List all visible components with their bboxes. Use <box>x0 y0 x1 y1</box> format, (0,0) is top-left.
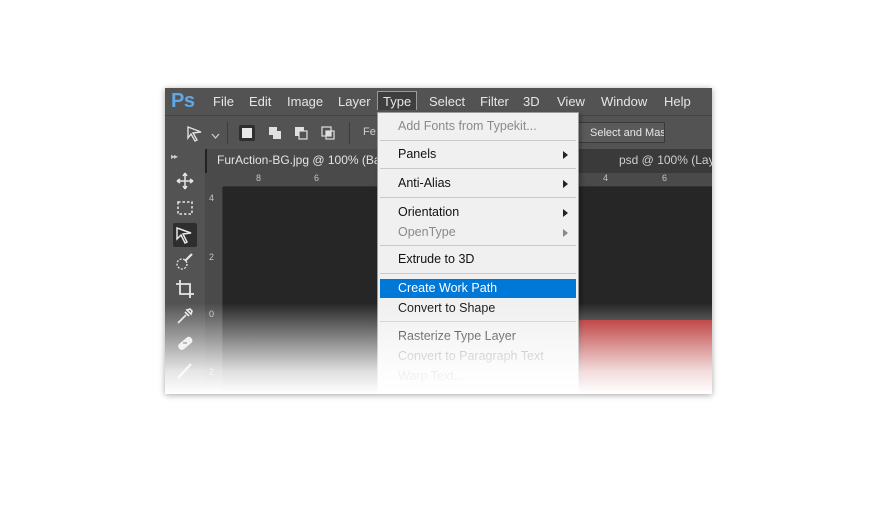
ruler-corner <box>205 173 223 187</box>
quick-select-icon[interactable] <box>173 250 197 274</box>
menu-bar: Ps File Edit Image Layer Type Select Fil… <box>165 88 712 115</box>
menu-item-label: Rasterize Type Layer <box>398 329 516 343</box>
photoshop-logo: Ps <box>171 90 195 112</box>
submenu-arrow-icon <box>563 229 568 237</box>
select-and-mask-label: Select and Mask... <box>590 127 665 139</box>
photoshop-window: Ps File Edit Image Layer Type Select Fil… <box>165 88 712 394</box>
menu-select[interactable]: Select <box>429 94 465 109</box>
menu-item-label: Add Fonts from Typekit... <box>398 119 537 133</box>
menu-layer[interactable]: Layer <box>338 94 371 109</box>
menu-separator <box>380 273 576 274</box>
canvas-red-artwork <box>577 320 712 394</box>
menu-help[interactable]: Help <box>664 94 691 109</box>
vertical-ruler: 4 2 0 2 <box>205 187 223 394</box>
menu-separator <box>380 321 576 322</box>
menu-item-convert-to-shape[interactable]: Convert to Shape <box>380 299 576 318</box>
tools-panel: ▸▸ <box>165 149 205 394</box>
menu-item-label: Anti-Alias <box>398 176 451 190</box>
healing-brush-icon[interactable] <box>173 331 197 355</box>
lasso-icon[interactable] <box>173 223 197 247</box>
menu-view[interactable]: View <box>557 94 585 109</box>
options-separator <box>227 122 228 144</box>
menu-item-convert-to-paragraph-text[interactable]: Convert to Paragraph Text <box>380 347 576 366</box>
add-to-selection-button[interactable] <box>267 125 283 141</box>
menu-item-panels[interactable]: Panels <box>380 145 576 164</box>
menu-edit[interactable]: Edit <box>249 94 271 109</box>
move-icon[interactable] <box>173 169 197 193</box>
document-tab-title: psd @ 100% (Layer 38, R <box>619 153 712 167</box>
intersect-selection-button[interactable] <box>320 125 336 141</box>
menu-item-label: Convert to Paragraph Text <box>398 349 544 363</box>
submenu-arrow-icon <box>563 180 568 188</box>
ruler-label: 2 <box>209 367 215 377</box>
menu-item-anti-alias[interactable]: Anti-Alias <box>380 174 576 193</box>
menu-item-extrude-to-3d[interactable]: Extrude to 3D <box>380 250 576 269</box>
menu-item-label: Warp Text... <box>398 369 464 383</box>
type-menu-dropdown: Add Fonts from Typekit... Panels Anti-Al… <box>377 112 579 394</box>
menu-item-label: Convert to Shape <box>398 301 496 315</box>
menu-separator <box>380 245 576 246</box>
menu-type[interactable]: Type <box>377 91 418 110</box>
document-tab-active[interactable]: FurAction-BG.jpg @ 100% (Ba <box>207 149 380 173</box>
menu-item-rasterize-type-layer[interactable]: Rasterize Type Layer <box>380 327 576 346</box>
menu-item-create-work-path[interactable]: Create Work Path <box>380 279 576 298</box>
menu-separator <box>380 197 576 198</box>
crop-icon[interactable] <box>173 277 197 301</box>
options-separator <box>349 122 350 144</box>
ruler-label: 0 <box>209 309 215 319</box>
eyedropper-icon[interactable] <box>173 304 197 328</box>
document-tab[interactable]: psd @ 100% (Layer 38, R <box>619 149 712 173</box>
ruler-label: 4 <box>209 193 215 203</box>
menu-item-label: OpenType <box>398 225 456 239</box>
collapse-panel-icon[interactable]: ▸▸ <box>171 152 178 161</box>
submenu-arrow-icon <box>563 209 568 217</box>
new-selection-button[interactable] <box>239 125 255 141</box>
menu-separator <box>380 140 576 141</box>
ruler-label: 6 <box>662 173 668 183</box>
tool-preset-chevron-icon[interactable] <box>211 127 220 145</box>
submenu-arrow-icon <box>563 151 568 159</box>
lasso-icon[interactable] <box>185 124 207 147</box>
menu-file[interactable]: File <box>213 94 234 109</box>
feather-label: Fe <box>363 126 376 138</box>
menu-item-orientation[interactable]: Orientation <box>380 203 576 222</box>
menu-3d[interactable]: 3D <box>523 94 540 109</box>
select-and-mask-button[interactable]: Select and Mask... <box>577 122 665 143</box>
menu-image[interactable]: Image <box>287 94 323 109</box>
menu-item-label: Create Work Path <box>398 281 498 295</box>
menu-separator <box>380 168 576 169</box>
menu-window[interactable]: Window <box>601 94 647 109</box>
menu-item-label: Extrude to 3D <box>398 252 475 266</box>
subtract-from-selection-button[interactable] <box>293 125 309 141</box>
brush-icon[interactable] <box>173 358 197 382</box>
menu-item-add-fonts-from-typekit[interactable]: Add Fonts from Typekit... <box>380 117 576 136</box>
menu-item-label: Orientation <box>398 205 460 219</box>
marquee-icon[interactable] <box>173 196 197 220</box>
menu-filter[interactable]: Filter <box>480 94 509 109</box>
ruler-label: 2 <box>209 252 215 262</box>
menu-item-opentype[interactable]: OpenType <box>380 223 576 242</box>
ruler-label: 8 <box>256 173 262 183</box>
ruler-label: 4 <box>603 173 609 183</box>
ruler-label: 6 <box>314 173 320 183</box>
document-tab-title: FurAction-BG.jpg @ 100% (Ba <box>217 153 380 167</box>
menu-item-label: Panels <box>398 147 437 161</box>
menu-item-warp-text[interactable]: Warp Text... <box>380 367 576 386</box>
